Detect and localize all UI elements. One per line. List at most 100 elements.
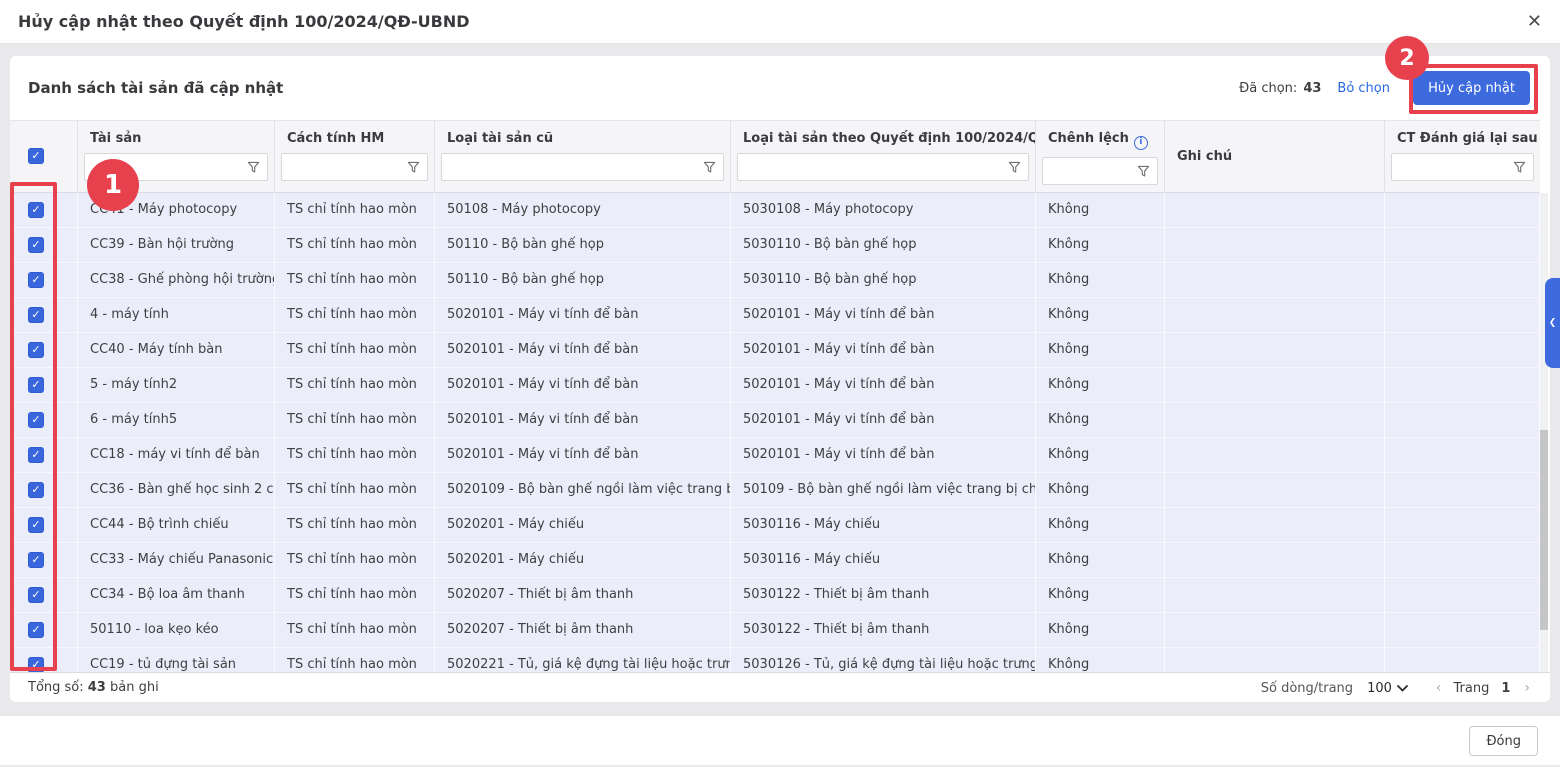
filter-funnel-icon xyxy=(407,161,420,173)
table-row[interactable]: ✓ 4 - máy tính TS chỉ tính hao mòn 5020101 … xyxy=(10,298,1540,333)
cell-new_type: 5030110 - Bộ bàn ghế họp xyxy=(731,263,1036,297)
panel-footer: Tổng số: 43 bản ghi Số dòng/trang 100 ‹ … xyxy=(10,672,1550,702)
prev-page-icon[interactable]: ‹ xyxy=(1436,680,1442,696)
asset-list-panel: Danh sách tài sản đã cập nhật Đã chọn: 4… xyxy=(10,56,1550,702)
table-row[interactable]: ✓ CC33 - Máy chiếu Panasonic TS chỉ tính h… xyxy=(10,543,1540,578)
cell-diff: Không xyxy=(1036,368,1165,402)
vertical-scrollbar xyxy=(1540,193,1548,672)
filter-input-method[interactable] xyxy=(282,154,400,180)
filter-button-ct[interactable] xyxy=(1506,154,1533,180)
cell-old_type: 5020101 - Máy vi tính để bàn xyxy=(435,438,731,472)
table-row[interactable]: ✓ CC38 - Ghế phòng hội trường TS chỉ tính … xyxy=(10,263,1540,298)
cell-diff: Không xyxy=(1036,438,1165,472)
column-label-diff: Chênh lệch i xyxy=(1036,129,1164,150)
cell-method: TS chỉ tính hao mòn xyxy=(275,193,435,227)
filter-button-method[interactable] xyxy=(400,154,427,180)
scrollbar-thumb[interactable] xyxy=(1540,430,1548,630)
cell-asset: 50110 - loa kẹo kéo xyxy=(78,613,275,647)
close-dialog-button[interactable]: Đóng xyxy=(1469,726,1538,756)
cell-diff: Không xyxy=(1036,613,1165,647)
table-body: ✓ CC41 - Máy photocopy TS chỉ tính hao mòn… xyxy=(10,193,1540,672)
table-row[interactable]: ✓ CC34 - Bộ loa âm thanh TS chỉ tính hao m… xyxy=(10,578,1540,613)
cell-diff: Không xyxy=(1036,508,1165,542)
page-number: 1 xyxy=(1501,680,1511,696)
cell-ct xyxy=(1385,613,1540,647)
close-icon[interactable]: ✕ xyxy=(1527,0,1542,44)
cell-old_type: 5020207 - Thiết bị âm thanh xyxy=(435,578,731,612)
cell-new_type: 5030116 - Máy chiếu xyxy=(731,508,1036,542)
column-label-method: Cách tính HM xyxy=(287,131,385,146)
next-page-icon[interactable]: › xyxy=(1524,680,1530,696)
cell-ct xyxy=(1385,403,1540,437)
cell-asset: CC40 - Máy tính bàn xyxy=(78,333,275,367)
annotation-step-2: 2 xyxy=(1385,36,1429,80)
filter-input-diff[interactable] xyxy=(1043,158,1130,184)
table-row[interactable]: ✓CC36 - Bàn ghế học sinh 2 chỗ ngồ...TS … xyxy=(10,473,1540,508)
pagination: Số dòng/trang 100 ‹ Trang 1 › xyxy=(1261,673,1530,703)
info-icon[interactable]: i xyxy=(1133,136,1148,150)
table-row[interactable]: ✓ 50110 - loa kẹo kéo TS chỉ tính hao mòn 5… xyxy=(10,613,1540,648)
deselect-link[interactable]: Bỏ chọn xyxy=(1337,81,1390,96)
dialog-titlebar: Hủy cập nhật theo Quyết định 100/2024/QĐ… xyxy=(0,0,1560,44)
panel-header: Danh sách tài sản đã cập nhật Đã chọn: 4… xyxy=(10,56,1550,120)
filter-input-old_type[interactable] xyxy=(442,154,696,180)
column-header-note: Ghi chú xyxy=(1165,121,1385,192)
cell-new_type: 5020101 - Máy vi tính để bàn xyxy=(731,438,1036,472)
table-row[interactable]: ✓ CC39 - Bàn hội trường TS chỉ tính hao mò… xyxy=(10,228,1540,263)
filter-button-asset[interactable] xyxy=(240,154,267,180)
column-header-method: Cách tính HM xyxy=(275,121,435,192)
cell-old_type: 5020101 - Máy vi tính để bàn xyxy=(435,403,731,437)
filter-box-diff xyxy=(1042,157,1158,185)
cell-old_type: 5020101 - Máy vi tính để bàn xyxy=(435,333,731,367)
filter-input-new_type[interactable] xyxy=(738,154,1001,180)
cell-method: TS chỉ tính hao mòn xyxy=(275,263,435,297)
total-records: Tổng số: 43 bản ghi xyxy=(28,673,159,702)
cell-method: TS chỉ tính hao mòn xyxy=(275,228,435,262)
cell-note xyxy=(1165,648,1385,672)
table-row[interactable]: ✓ CC18 - máy vi tính để bàn TS chỉ tính ha… xyxy=(10,438,1540,473)
side-panel-toggle[interactable]: ❮ xyxy=(1545,278,1560,368)
table-row[interactable]: ✓ CC19 - tủ đựng tài sản TS chỉ tính hao m… xyxy=(10,648,1540,672)
rows-per-page-value: 100 xyxy=(1367,680,1392,696)
cell-asset: CC19 - tủ đựng tài sản xyxy=(78,648,275,672)
column-label-new_type: Loại tài sản theo Quyết định 100/2024/QĐ… xyxy=(743,131,1035,146)
cell-ct xyxy=(1385,578,1540,612)
cell-old_type: 5020101 - Máy vi tính để bàn xyxy=(435,368,731,402)
cell-method: TS chỉ tính hao mòn xyxy=(275,368,435,402)
cell-asset: 5 - máy tính2 xyxy=(78,368,275,402)
cell-new_type: 5020101 - Máy vi tính để bàn xyxy=(731,333,1036,367)
column-header-diff: Chênh lệch i xyxy=(1036,121,1165,192)
cell-note xyxy=(1165,613,1385,647)
filter-button-diff[interactable] xyxy=(1130,158,1157,184)
cell-note xyxy=(1165,298,1385,332)
cell-diff: Không xyxy=(1036,298,1165,332)
cell-old_type: 5020207 - Thiết bị âm thanh xyxy=(435,613,731,647)
rows-per-page-select[interactable]: 100 xyxy=(1367,681,1408,696)
table-row[interactable]: ✓ CC41 - Máy photocopy TS chỉ tính hao mòn… xyxy=(10,193,1540,228)
cell-old_type: 5020201 - Máy chiếu xyxy=(435,508,731,542)
select-all-checkbox[interactable]: ✓ xyxy=(28,148,44,164)
selected-count: 43 xyxy=(1303,80,1322,96)
table-row[interactable]: ✓ 6 - máy tính5 TS chỉ tính hao mòn 5020101… xyxy=(10,403,1540,438)
cell-note xyxy=(1165,403,1385,437)
filter-box-old_type xyxy=(441,153,724,181)
cell-diff: Không xyxy=(1036,403,1165,437)
filter-button-old_type[interactable] xyxy=(696,154,723,180)
cell-asset: CC38 - Ghế phòng hội trường xyxy=(78,263,275,297)
filter-funnel-icon xyxy=(1137,165,1150,177)
cell-new_type: 5020101 - Máy vi tính để bàn xyxy=(731,368,1036,402)
table-row[interactable]: ✓ CC40 - Máy tính bàn TS chỉ tính hao mòn 5… xyxy=(10,333,1540,368)
table-row[interactable]: ✓ CC44 - Bộ trình chiếu TS chỉ tính hao mò… xyxy=(10,508,1540,543)
cell-diff: Không xyxy=(1036,228,1165,262)
filter-button-new_type[interactable] xyxy=(1001,154,1028,180)
table-row[interactable]: ✓ 5 - máy tính2 TS chỉ tính hao mòn 5020101… xyxy=(10,368,1540,403)
annotation-box-checkbox-column xyxy=(10,182,57,671)
cell-new_type: 50109 - Bộ bàn ghế ngồi làm việc trang b… xyxy=(731,473,1036,507)
cell-old_type: 50110 - Bộ bàn ghế họp xyxy=(435,228,731,262)
cell-asset: 4 - máy tính xyxy=(78,298,275,332)
filter-input-ct[interactable] xyxy=(1392,154,1506,180)
rows-per-page-label: Số dòng/trang xyxy=(1260,680,1354,696)
cell-note xyxy=(1165,578,1385,612)
cell-asset: CC44 - Bộ trình chiếu xyxy=(78,508,275,542)
total-label: Tổng số: xyxy=(28,680,84,695)
